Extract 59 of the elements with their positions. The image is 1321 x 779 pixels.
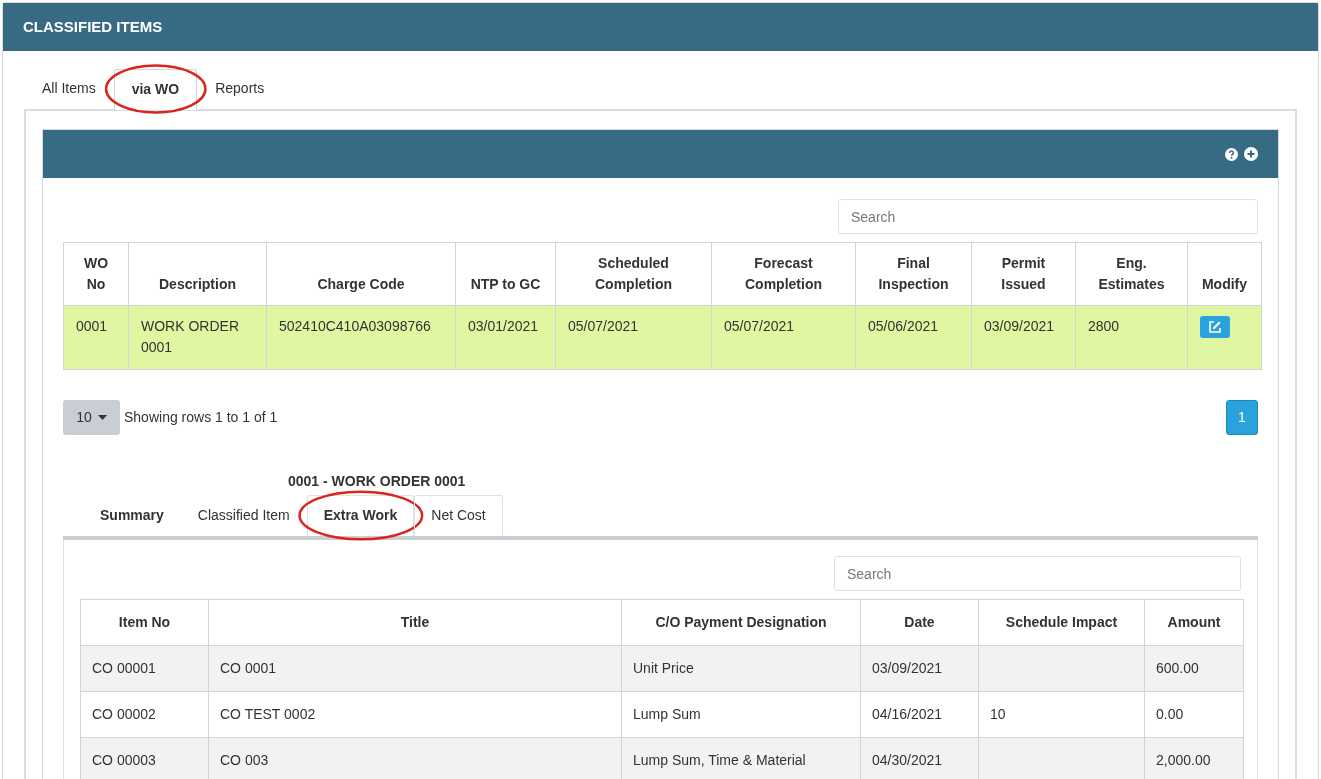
column-header: Title: [208, 599, 622, 646]
table-cell: CO 0001: [220, 660, 277, 676]
search-field[interactable]: Search: [838, 199, 1258, 234]
table-cell: 0.00: [1156, 706, 1184, 722]
table-cell: 04/30/2021: [872, 752, 943, 768]
add-icon[interactable]: [1244, 147, 1258, 161]
detail-title: 0001 - WORK ORDER 0001: [287, 472, 467, 491]
column-header: Charge Code: [266, 242, 456, 306]
table-cell: CO 00003: [92, 752, 156, 768]
tab[interactable]: Classified Item: [180, 495, 307, 536]
column-header: WO No: [63, 242, 129, 306]
help-icon[interactable]: [1225, 147, 1238, 161]
table-cell: 2,000.00: [1156, 752, 1211, 768]
column-header: Amount: [1144, 599, 1244, 646]
table-cell: 10: [990, 706, 1006, 722]
column-header: NTP to GC: [455, 242, 556, 306]
table-cell: CO 00001: [92, 660, 156, 676]
table-cell: Lump Sum: [633, 706, 701, 722]
edit-icon: [1208, 320, 1222, 334]
tab[interactable]: All Items: [24, 68, 114, 109]
table-cell: Unit Price: [633, 660, 694, 676]
column-header: Description: [128, 242, 267, 306]
column-header: Date: [860, 599, 979, 646]
column-header: C/O Payment Designation: [621, 599, 861, 646]
column-header: Permit Issued: [971, 242, 1076, 306]
edit-button[interactable]: [1200, 316, 1230, 338]
table-cell: CO TEST 0002: [220, 706, 316, 722]
table-cell: 05/06/2021: [855, 305, 972, 370]
column-header: Final Inspection: [855, 242, 972, 306]
table-cell: 0001: [63, 305, 129, 370]
tab[interactable]: Extra Work: [306, 495, 415, 536]
tab[interactable]: Net Cost: [414, 495, 503, 536]
tab[interactable]: via WO: [113, 69, 198, 110]
table-cell: 05/07/2021: [711, 305, 856, 370]
column-header: Forecast Completion: [711, 242, 856, 306]
table-cell: 600.00: [1156, 660, 1199, 676]
table-cell: 03/09/2021: [971, 305, 1076, 370]
table-cell: CO 00002: [92, 706, 156, 722]
rows-info: Showing rows 1 to 1 of 1: [124, 408, 278, 427]
search-field[interactable]: Search: [834, 556, 1241, 591]
page-size-dropdown[interactable]: 10: [63, 400, 120, 435]
table-cell: WORK ORDER 0001: [128, 305, 267, 370]
column-header: Eng. Estimates: [1075, 242, 1188, 306]
table-cell: 04/16/2021: [872, 706, 943, 722]
tab[interactable]: Summary: [83, 495, 181, 536]
table-cell: Lump Sum, Time & Material: [633, 752, 806, 768]
caret-icon: [97, 415, 107, 420]
table-cell: 2800: [1075, 305, 1188, 370]
table-cell: 03/01/2021: [455, 305, 556, 370]
column-header: Schedule Impact: [978, 599, 1145, 646]
table-cell: 03/09/2021: [872, 660, 943, 676]
panel-title: CLASSIFIED ITEMS: [23, 16, 163, 37]
table-cell: 502410C410A03098766: [266, 305, 456, 370]
column-header: Item No: [80, 599, 209, 646]
tab[interactable]: Reports: [197, 68, 283, 109]
column-header: Modify: [1187, 242, 1262, 306]
table-cell: 05/07/2021: [555, 305, 712, 370]
column-header: Scheduled Completion: [555, 242, 712, 306]
table-cell: CO 003: [220, 752, 269, 768]
